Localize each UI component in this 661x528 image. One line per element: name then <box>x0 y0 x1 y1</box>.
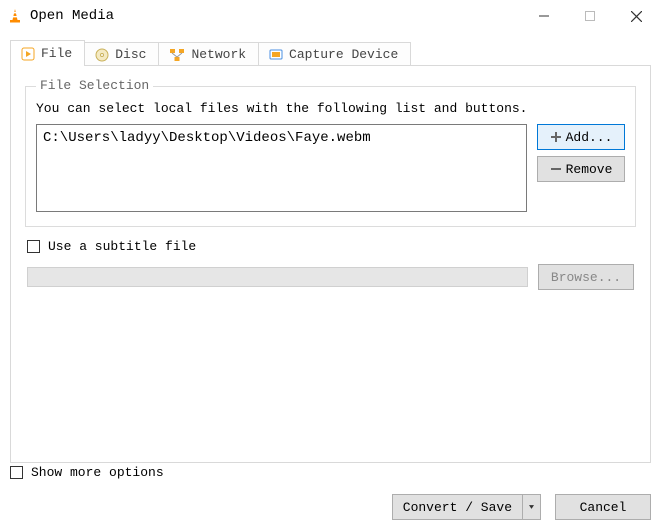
minus-icon <box>550 163 562 175</box>
subtitle-checkbox[interactable] <box>27 240 40 253</box>
dialog-footer: Show more options Convert / Save Cancel <box>10 465 651 520</box>
network-icon <box>169 48 185 62</box>
window-title: Open Media <box>30 8 521 24</box>
cancel-button-label: Cancel <box>580 500 627 515</box>
remove-button[interactable]: Remove <box>537 156 625 182</box>
window-controls <box>521 0 659 32</box>
file-selection-group: File Selection You can select local file… <box>25 86 636 227</box>
subtitle-checkbox-row[interactable]: Use a subtitle file <box>27 239 634 254</box>
file-selection-legend: File Selection <box>36 78 153 93</box>
add-button[interactable]: Add... <box>537 124 625 150</box>
convert-save-button[interactable]: Convert / Save <box>392 494 523 520</box>
tab-network-label: Network <box>191 47 246 62</box>
close-icon <box>631 11 642 22</box>
browse-button: Browse... <box>538 264 634 290</box>
minimize-button[interactable] <box>521 0 567 32</box>
file-list[interactable]: C:\Users\ladyy\Desktop\Videos\Faye.webm <box>36 124 527 212</box>
tab-capture[interactable]: Capture Device <box>258 42 411 66</box>
file-icon <box>21 47 35 61</box>
tab-bar: File Disc Network Capture Device <box>10 40 651 66</box>
vlc-cone-icon <box>8 8 22 24</box>
browse-button-label: Browse... <box>551 270 621 285</box>
convert-save-split-button: Convert / Save <box>392 494 541 520</box>
tab-disc-label: Disc <box>115 47 146 62</box>
close-button[interactable] <box>613 0 659 32</box>
file-entry[interactable]: C:\Users\ladyy\Desktop\Videos\Faye.webm <box>43 129 520 149</box>
convert-save-dropdown[interactable] <box>523 494 541 520</box>
subtitle-group: Use a subtitle file Browse... <box>27 239 634 290</box>
tab-file-label: File <box>41 46 72 61</box>
remove-button-label: Remove <box>566 162 613 177</box>
cancel-button[interactable]: Cancel <box>555 494 651 520</box>
show-more-row[interactable]: Show more options <box>10 465 651 480</box>
maximize-button[interactable] <box>567 0 613 32</box>
add-button-label: Add... <box>566 130 613 145</box>
convert-save-label: Convert / Save <box>403 500 512 515</box>
show-more-label: Show more options <box>31 465 164 480</box>
disc-icon <box>95 48 109 62</box>
minimize-icon <box>539 11 549 21</box>
tab-file[interactable]: File <box>10 40 85 66</box>
tab-disc[interactable]: Disc <box>84 42 159 66</box>
plus-icon <box>550 131 562 143</box>
file-selection-help: You can select local files with the foll… <box>36 101 625 116</box>
subtitle-label: Use a subtitle file <box>48 239 196 254</box>
tab-content: File Selection You can select local file… <box>10 65 651 463</box>
show-more-checkbox[interactable] <box>10 466 23 479</box>
title-bar: Open Media <box>0 0 661 32</box>
tab-network[interactable]: Network <box>158 42 259 66</box>
subtitle-path-field <box>27 267 528 287</box>
tab-capture-label: Capture Device <box>289 47 398 62</box>
maximize-icon <box>585 11 595 21</box>
chevron-down-icon <box>529 504 534 510</box>
capture-icon <box>269 48 283 62</box>
